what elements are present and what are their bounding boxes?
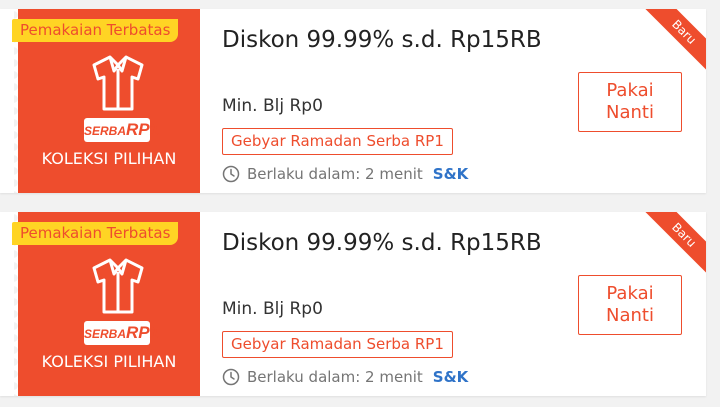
terms-link[interactable]: S&K <box>433 165 469 183</box>
validity-row: Berlaku dalam: 2 menit S&K <box>222 163 468 185</box>
min-spend: Min. Blj Rp0 <box>222 299 323 319</box>
voucher-title: Diskon 99.99% s.d. Rp15RB <box>222 230 542 256</box>
clock-icon <box>222 368 240 386</box>
clock-icon <box>222 165 240 183</box>
use-later-button[interactable]: Pakai Nanti <box>578 72 682 132</box>
validity-text: Berlaku dalam: 2 menit <box>247 368 423 386</box>
validity-row: Berlaku dalam: 2 menit S&K <box>222 366 468 388</box>
collection-label: KOLEKSI PILIHAN <box>41 352 177 371</box>
terms-link[interactable]: S&K <box>433 368 469 386</box>
limited-use-badge: Pemakaian Terbatas <box>12 19 179 42</box>
shirt-icon <box>92 258 144 314</box>
campaign-tag: Gebyar Ramadan Serba RP1 <box>222 331 453 358</box>
serba-rp1-logo: SERBARP1 <box>84 321 159 345</box>
collection-label: KOLEKSI PILIHAN <box>41 149 177 168</box>
voucher-title: Diskon 99.99% s.d. Rp15RB <box>222 27 542 53</box>
voucher-card[interactable]: SERBARP1 KOLEKSI PILIHAN Pemakaian Terba… <box>0 9 706 193</box>
min-spend: Min. Blj Rp0 <box>222 96 323 116</box>
validity-text: Berlaku dalam: 2 menit <box>247 165 423 183</box>
shirt-icon <box>92 55 144 111</box>
voucher-card[interactable]: SERBARP1 KOLEKSI PILIHAN Pemakaian Terba… <box>0 212 706 396</box>
new-ribbon: Baru <box>643 212 706 276</box>
use-later-button[interactable]: Pakai Nanti <box>578 275 682 335</box>
campaign-tag: Gebyar Ramadan Serba RP1 <box>222 128 453 155</box>
serba-rp1-logo: SERBARP1 <box>84 118 159 142</box>
new-ribbon: Baru <box>643 9 706 73</box>
limited-use-badge: Pemakaian Terbatas <box>12 222 179 245</box>
